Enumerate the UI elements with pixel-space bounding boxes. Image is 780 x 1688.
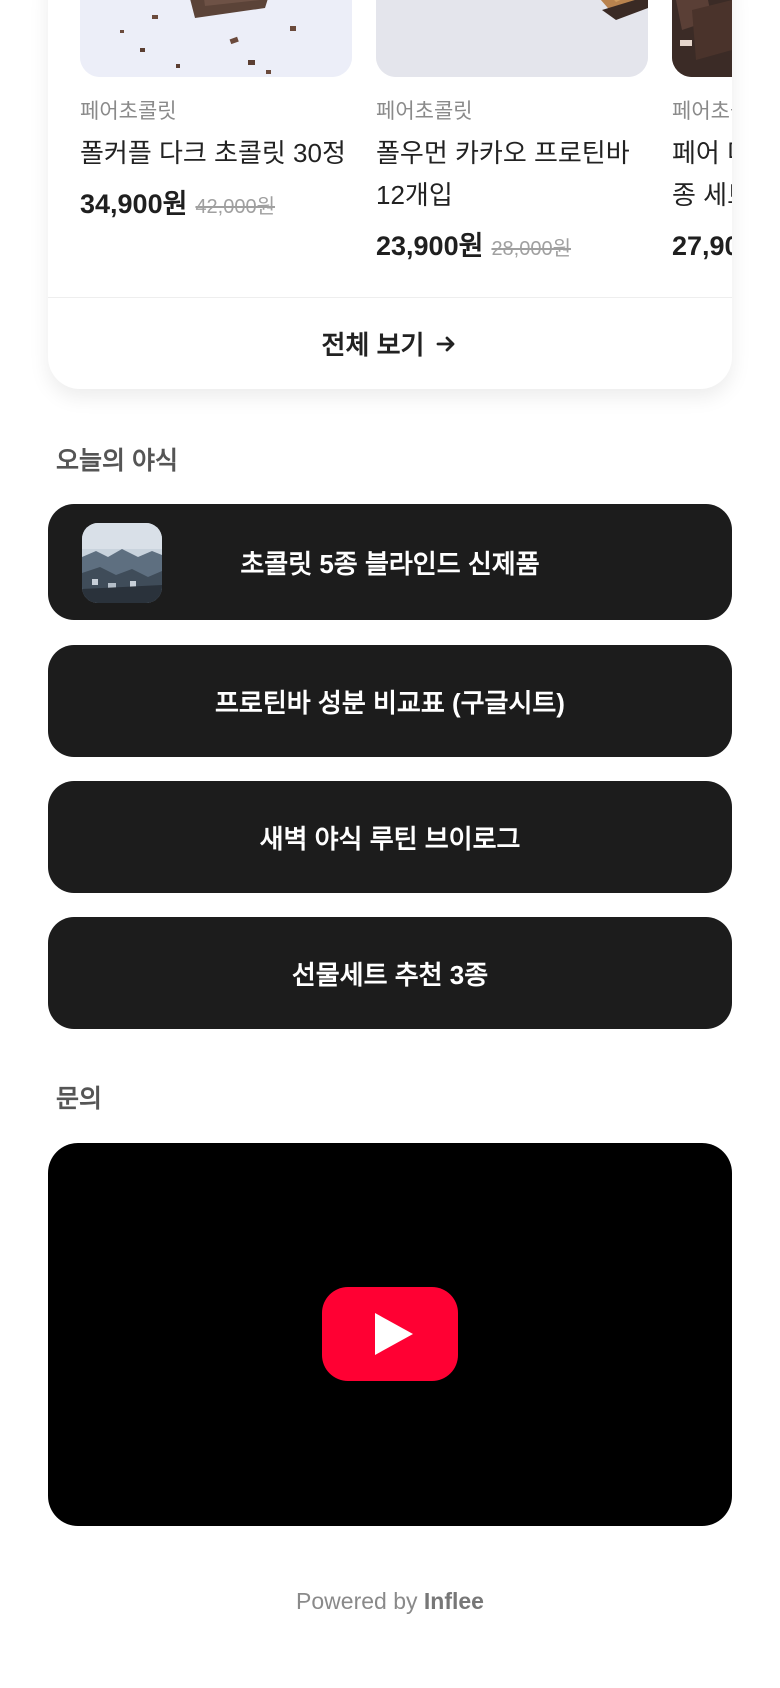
chocolate-pieces-image xyxy=(80,0,352,77)
view-all-button[interactable]: 전체 보기 xyxy=(48,298,732,389)
product-original-price: 42,000원 xyxy=(195,196,276,218)
product-price-row: 23,900원 28,000원 xyxy=(376,224,571,263)
product-price-row: 27,900원 xyxy=(672,224,732,263)
product-original-price: 28,000원 xyxy=(491,238,572,260)
footer-brand: Inflee xyxy=(423,1588,484,1614)
arrow-right-icon xyxy=(434,332,458,356)
product-image xyxy=(672,0,732,77)
link-thumbnail xyxy=(82,523,162,603)
link-button-protein-bar-sheet[interactable]: 프로틴바 성분 비교표 (구글시트) xyxy=(48,645,732,757)
product-brand: 페어초콜릿 xyxy=(376,100,473,123)
product-carousel[interactable]: 페어초콜릿 폴커플 다크 초콜릿 30정 34,900원 42,000원 페어초… xyxy=(80,0,732,300)
section-title-inquiry: 문의 xyxy=(56,1085,103,1113)
product-brand: 페어초콜릿 xyxy=(80,100,177,123)
link-button-gift-set[interactable]: 선물세트 추천 3종 xyxy=(48,917,732,1029)
link-button-night-snack-vlog[interactable]: 새벽 야식 루틴 브이로그 xyxy=(48,781,732,893)
view-all-label: 전체 보기 xyxy=(321,330,425,360)
page: 페어초콜릿 폴커플 다크 초콜릿 30정 34,900원 42,000원 페어초… xyxy=(0,0,780,1688)
product-price: 27,900원 xyxy=(672,231,732,261)
product-carousel-card: 페어초콜릿 폴커플 다크 초콜릿 30정 34,900원 42,000원 페어초… xyxy=(48,0,732,389)
dark-chocolate-image xyxy=(672,0,732,77)
youtube-play-icon[interactable] xyxy=(322,1287,458,1381)
product-title: 페어 다크 3종 세트 xyxy=(672,138,732,210)
link-button-new-chocolates[interactable]: 초콜릿 5종 블라인드 신제품 xyxy=(48,504,732,620)
link-label: 초콜릿 5종 블라인드 신제품 xyxy=(240,548,540,579)
product-title: 폴커플 다크 초콜릿 30정 xyxy=(80,138,346,168)
section-title-snack: 오늘의 야식 xyxy=(56,447,178,475)
link-label: 프로틴바 성분 비교표 (구글시트) xyxy=(215,687,565,718)
product-price: 23,900원 xyxy=(376,231,484,261)
product-image xyxy=(376,0,648,77)
youtube-video-embed[interactable] xyxy=(48,1143,732,1526)
footer-powered-by[interactable]: Powered by Inflee xyxy=(0,1588,780,1615)
product-title: 폴우먼 카카오 프로틴바 12개입 xyxy=(376,138,630,210)
city-thumbnail-image xyxy=(82,523,162,603)
link-label: 선물세트 추천 3종 xyxy=(291,959,489,990)
footer-prefix: Powered by xyxy=(296,1588,418,1614)
product-image xyxy=(80,0,352,77)
link-label: 새벽 야식 루틴 브이로그 xyxy=(259,823,521,854)
product-price: 34,900원 xyxy=(80,189,188,219)
product-brand: 페어초콜릿 xyxy=(672,100,732,123)
protein-bar-image xyxy=(376,0,648,77)
product-price-row: 34,900원 42,000원 xyxy=(80,182,275,221)
